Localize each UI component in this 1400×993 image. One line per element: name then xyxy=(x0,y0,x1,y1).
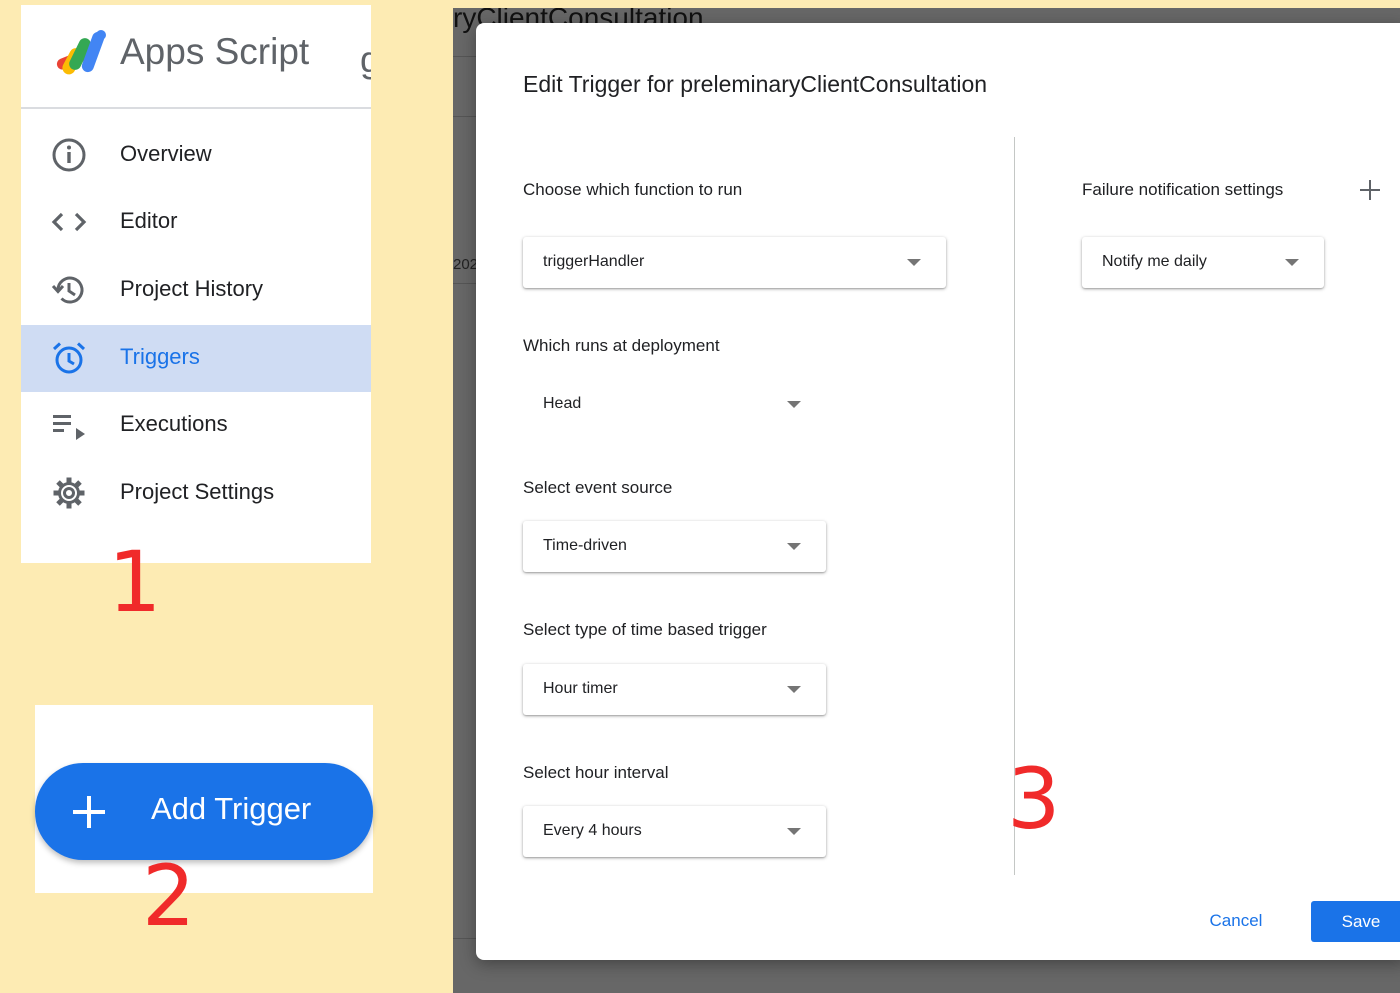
chevron-down-icon xyxy=(787,401,801,408)
chevron-down-icon xyxy=(787,828,801,835)
event-source-label: Select event source xyxy=(523,478,673,497)
sidebar-item-overview[interactable]: Overview xyxy=(21,122,371,189)
time-trigger-type-label: Select type of time based trigger xyxy=(523,620,767,639)
code-brackets-icon xyxy=(51,212,87,232)
deployment-label: Which runs at deployment xyxy=(523,336,720,355)
sidebar-item-label: Editor xyxy=(120,208,178,233)
alarm-clock-icon xyxy=(52,342,86,374)
edit-trigger-dialog: Edit Trigger for preleminaryClientConsul… xyxy=(476,23,1400,960)
apps-script-logo-icon xyxy=(56,30,106,75)
chevron-down-icon xyxy=(787,686,801,693)
save-button[interactable]: Save xyxy=(1311,901,1400,942)
time-trigger-type-select-value: Hour timer xyxy=(543,680,618,697)
sidebar-item-label: Executions xyxy=(120,411,228,436)
function-select-value: triggerHandler xyxy=(543,253,645,270)
sidebar-item-executions[interactable]: Executions xyxy=(21,392,371,459)
chevron-down-icon xyxy=(787,543,801,550)
add-trigger-panel: Add Trigger xyxy=(35,705,373,893)
deployment-select-value: Head xyxy=(543,395,582,412)
failure-notification-label: Failure notification settings xyxy=(1082,180,1284,199)
function-label: Choose which function to run xyxy=(523,180,743,199)
deployment-select[interactable]: Head xyxy=(523,379,826,430)
annotation-number-3: 3 xyxy=(1007,750,1061,848)
sidebar-item-project-history[interactable]: Project History xyxy=(21,257,371,324)
sidebar-header: Apps Script g xyxy=(21,5,371,109)
add-notification-plus-icon[interactable] xyxy=(1359,179,1381,201)
gear-icon xyxy=(53,477,85,509)
date-fragment: 202 xyxy=(453,256,479,273)
sidebar-item-editor[interactable]: Editor xyxy=(21,189,371,256)
event-source-select[interactable]: Time-driven xyxy=(523,521,826,572)
chevron-down-icon xyxy=(907,259,921,266)
function-select[interactable]: triggerHandler xyxy=(523,237,946,288)
event-source-select-value: Time-driven xyxy=(543,537,627,554)
annotation-number-2: 2 xyxy=(142,847,196,945)
annotation-number-1: 1 xyxy=(108,533,162,631)
sidebar: Apps Script g Overview Editor Project Hi… xyxy=(21,5,371,563)
sidebar-item-label: Overview xyxy=(120,141,212,166)
app-title: Apps Script xyxy=(120,31,310,72)
sidebar-item-project-settings[interactable]: Project Settings xyxy=(21,460,371,527)
hour-interval-label: Select hour interval xyxy=(523,763,669,782)
hour-interval-select-value: Every 4 hours xyxy=(543,822,642,839)
failure-notification-select-value: Notify me daily xyxy=(1102,253,1207,270)
cancel-button[interactable]: Cancel xyxy=(1191,901,1281,941)
add-trigger-label: Add Trigger xyxy=(151,791,312,826)
sidebar-item-label: Triggers xyxy=(120,344,200,369)
sidebar-item-label: Project History xyxy=(120,276,264,301)
add-trigger-button[interactable]: Add Trigger xyxy=(35,763,373,860)
hour-interval-select[interactable]: Every 4 hours xyxy=(523,806,826,857)
chevron-down-icon xyxy=(1285,259,1299,266)
failure-notification-select[interactable]: Notify me daily xyxy=(1082,237,1324,288)
sidebar-item-label: Project Settings xyxy=(120,479,275,504)
list-play-icon xyxy=(53,415,85,440)
history-icon xyxy=(51,276,84,304)
sidebar-item-triggers[interactable]: Triggers xyxy=(21,325,371,392)
truncated-title-letter: g xyxy=(360,39,371,80)
info-icon xyxy=(52,138,86,172)
dialog-title: Edit Trigger for preleminaryClientConsul… xyxy=(523,71,988,97)
time-trigger-type-select[interactable]: Hour timer xyxy=(523,664,826,715)
plus-icon xyxy=(73,796,105,828)
